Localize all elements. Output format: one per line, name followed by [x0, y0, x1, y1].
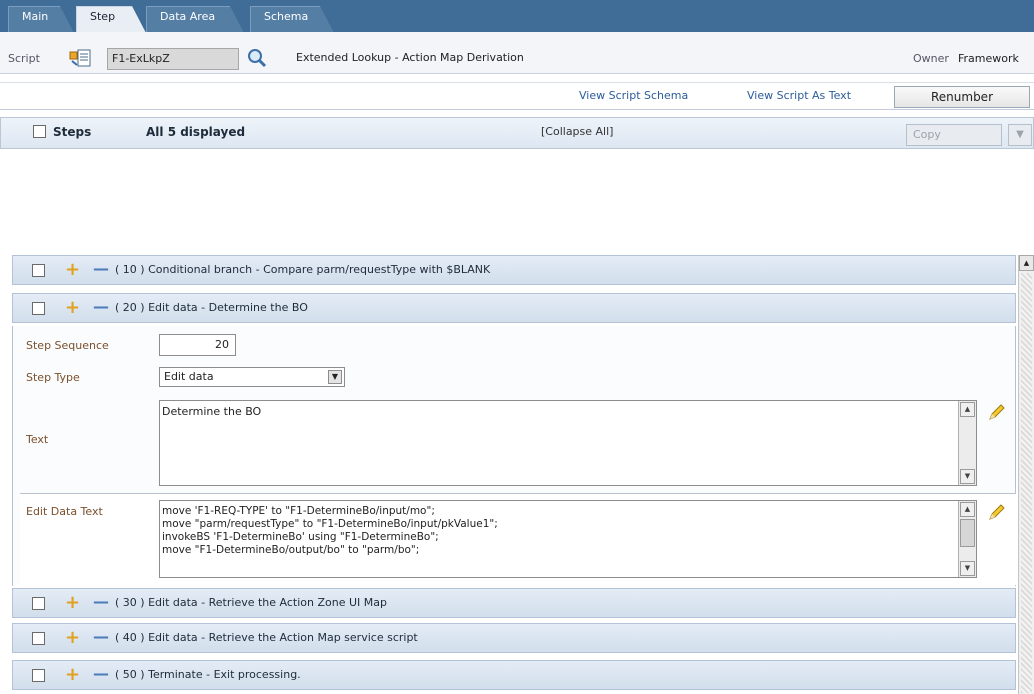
renumber-button[interactable]: Renumber — [894, 86, 1030, 108]
tab-bar: Main Step Data Area Schema — [0, 0, 1034, 33]
plus-icon[interactable]: + — [65, 260, 80, 280]
step-label: ( 10 ) Conditional branch - Compare parm… — [115, 263, 491, 276]
step-label: ( 40 ) Edit data - Retrieve the Action M… — [115, 631, 418, 644]
step-sequence-field[interactable]: 20 — [159, 334, 236, 356]
plus-icon[interactable]: + — [65, 298, 80, 318]
tab-step[interactable]: Step — [76, 6, 146, 33]
step-sequence-label: Step Sequence — [26, 339, 109, 352]
copy-button[interactable]: Copy — [906, 124, 1002, 146]
scroll-track[interactable] — [1021, 273, 1032, 693]
plus-icon[interactable]: + — [65, 628, 80, 648]
script-code-field[interactable]: F1-ExLkpZ — [107, 48, 239, 70]
text-label: Text — [26, 433, 49, 446]
pencil-icon[interactable] — [986, 402, 1006, 422]
step-checkbox[interactable] — [32, 632, 45, 645]
tab-data-area[interactable]: Data Area — [146, 6, 244, 33]
minus-icon[interactable]: — — [93, 259, 109, 279]
minus-icon[interactable]: — — [93, 664, 109, 684]
step-row[interactable]: + — ( 40 ) Edit data - Retrieve the Acti… — [12, 623, 1016, 653]
scroll-up-icon[interactable]: ▲ — [960, 502, 975, 517]
action-links-bar — [0, 82, 1034, 110]
search-icon[interactable] — [246, 47, 268, 69]
edit-data-text-label: Edit Data Text — [26, 505, 103, 518]
script-label: Script — [8, 52, 40, 65]
step-label: ( 30 ) Edit data - Retrieve the Action Z… — [115, 596, 387, 609]
view-script-schema-link[interactable]: View Script Schema — [579, 89, 688, 102]
script-lookup-icon[interactable] — [69, 49, 91, 67]
script-description: Extended Lookup - Action Map Derivation — [296, 51, 524, 64]
pencil-icon[interactable] — [986, 502, 1006, 522]
select-all-checkbox[interactable] — [33, 125, 46, 138]
tab-main[interactable]: Main — [8, 6, 74, 33]
step-label: ( 50 ) Terminate - Exit processing. — [115, 668, 301, 681]
chevron-down-icon: ▼ — [1016, 129, 1024, 140]
chevron-down-icon[interactable]: ▼ — [328, 370, 342, 384]
plus-icon[interactable]: + — [65, 665, 80, 685]
step-row[interactable]: + — ( 30 ) Edit data - Retrieve the Acti… — [12, 588, 1016, 618]
step-checkbox[interactable] — [32, 597, 45, 610]
main-scrollbar[interactable]: ▲ — [1018, 255, 1034, 694]
step-type-label: Step Type — [26, 371, 80, 384]
minus-icon[interactable]: — — [93, 627, 109, 647]
tab-schema[interactable]: Schema — [250, 6, 334, 33]
step-checkbox[interactable] — [32, 264, 45, 277]
step-row[interactable]: + — ( 10 ) Conditional branch - Compare … — [12, 255, 1016, 285]
steps-count: All 5 displayed — [146, 125, 246, 139]
owner-value: Framework — [958, 52, 1019, 65]
step-row[interactable]: + — ( 20 ) Edit data - Determine the BO — [12, 293, 1016, 323]
edit-text-scrollbar[interactable]: ▲ ▼ — [958, 501, 976, 577]
minus-icon[interactable]: — — [93, 297, 109, 317]
owner-label: Owner — [913, 52, 949, 65]
step-checkbox[interactable] — [32, 669, 45, 682]
view-script-text-link[interactable]: View Script As Text — [747, 89, 851, 102]
step-label: ( 20 ) Edit data - Determine the BO — [115, 301, 308, 314]
copy-dropdown-button[interactable]: ▼ — [1008, 124, 1032, 146]
step-type-select[interactable]: Edit data ▼ — [159, 367, 345, 387]
steps-title: Steps — [53, 125, 92, 139]
collapse-all-link[interactable]: [Collapse All] — [541, 125, 613, 138]
minus-icon[interactable]: — — [93, 592, 109, 612]
step-text-area[interactable]: Determine the BO ▲ ▼ — [159, 400, 977, 486]
scroll-down-icon[interactable]: ▼ — [960, 561, 975, 576]
edit-data-text-area[interactable]: move 'F1-REQ-TYPE' to "F1-DetermineBo/in… — [159, 500, 977, 578]
scroll-down-icon[interactable]: ▼ — [960, 469, 975, 484]
step-row[interactable]: + — ( 50 ) Terminate - Exit processing. — [12, 660, 1016, 690]
step-checkbox[interactable] — [32, 302, 45, 315]
scroll-thumb[interactable] — [960, 519, 975, 547]
plus-icon[interactable]: + — [65, 593, 80, 613]
text-scrollbar[interactable]: ▲ ▼ — [958, 401, 976, 485]
scroll-up-icon[interactable]: ▲ — [1019, 255, 1034, 271]
scroll-up-icon[interactable]: ▲ — [960, 402, 975, 417]
